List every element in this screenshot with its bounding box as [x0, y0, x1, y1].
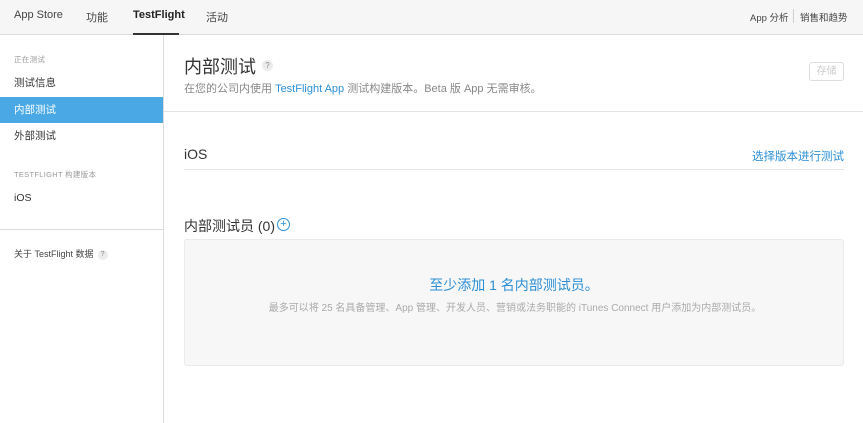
sidebar-section-testing: 正在测试 [14, 55, 46, 64]
select-build-link[interactable]: 选择版本进行测试 [752, 148, 844, 164]
sales-trends-link[interactable]: 销售和趋势 [800, 10, 848, 24]
top-nav-bar: App Store 功能 TestFlight 活动 App 分析 销售和趋势 [0, 0, 863, 35]
about-testflight-data-link[interactable]: 关于 TestFlight 数据? [14, 247, 108, 260]
testflight-app-link[interactable]: TestFlight App [275, 83, 344, 95]
sidebar-divider [0, 229, 163, 230]
sidebar-item-ios-builds[interactable]: iOS [0, 185, 163, 211]
topnav-activity[interactable]: 活动 [206, 9, 228, 25]
topnav-testflight[interactable]: TestFlight [133, 9, 185, 21]
help-icon[interactable]: ? [97, 249, 108, 260]
page-title: 内部测试 [184, 57, 256, 77]
sidebar-item-internal-testing[interactable]: 内部测试 [0, 97, 163, 123]
topnav-divider [793, 9, 794, 23]
ios-section-heading: iOS [184, 146, 208, 162]
subtitle-suffix: 测试构建版本。Beta 版 App 无需审核。 [344, 83, 542, 95]
header-divider [164, 111, 863, 112]
ios-section-divider [184, 169, 844, 170]
subtitle-prefix: 在您的公司内使用 [184, 83, 276, 95]
title-help-icon[interactable]: ? [262, 60, 273, 71]
page-subtitle: 在您的公司内使用 TestFlight App 测试构建版本。Beta 版 Ap… [184, 80, 542, 96]
empty-state-description: 最多可以将 25 名具备管理、App 管理、开发人员、营销或法务职能的 iTun… [268, 303, 762, 314]
about-label: 关于 TestFlight 数据 [14, 249, 94, 259]
empty-state-title: 至少添加 1 名内部测试员。 [429, 277, 599, 293]
topnav-app-store[interactable]: App Store [14, 9, 63, 21]
save-button[interactable]: 存储 [809, 62, 844, 81]
add-tester-icon[interactable]: + [277, 218, 290, 231]
internal-testers-heading: 内部测试员 (0) [184, 218, 275, 234]
sidebar-item-test-info[interactable]: 测试信息 [0, 70, 163, 96]
sidebar-section-builds: TESTFLIGHT 构建版本 [14, 170, 97, 179]
sidebar: 正在测试 测试信息 内部测试 外部测试 TESTFLIGHT 构建版本 iOS … [0, 35, 164, 423]
sidebar-item-external-testing[interactable]: 外部测试 [0, 123, 163, 149]
topnav-features[interactable]: 功能 [86, 9, 108, 25]
testers-empty-state: 至少添加 1 名内部测试员。 最多可以将 25 名具备管理、App 管理、开发人… [184, 239, 844, 366]
app-analytics-link[interactable]: App 分析 [750, 10, 789, 24]
